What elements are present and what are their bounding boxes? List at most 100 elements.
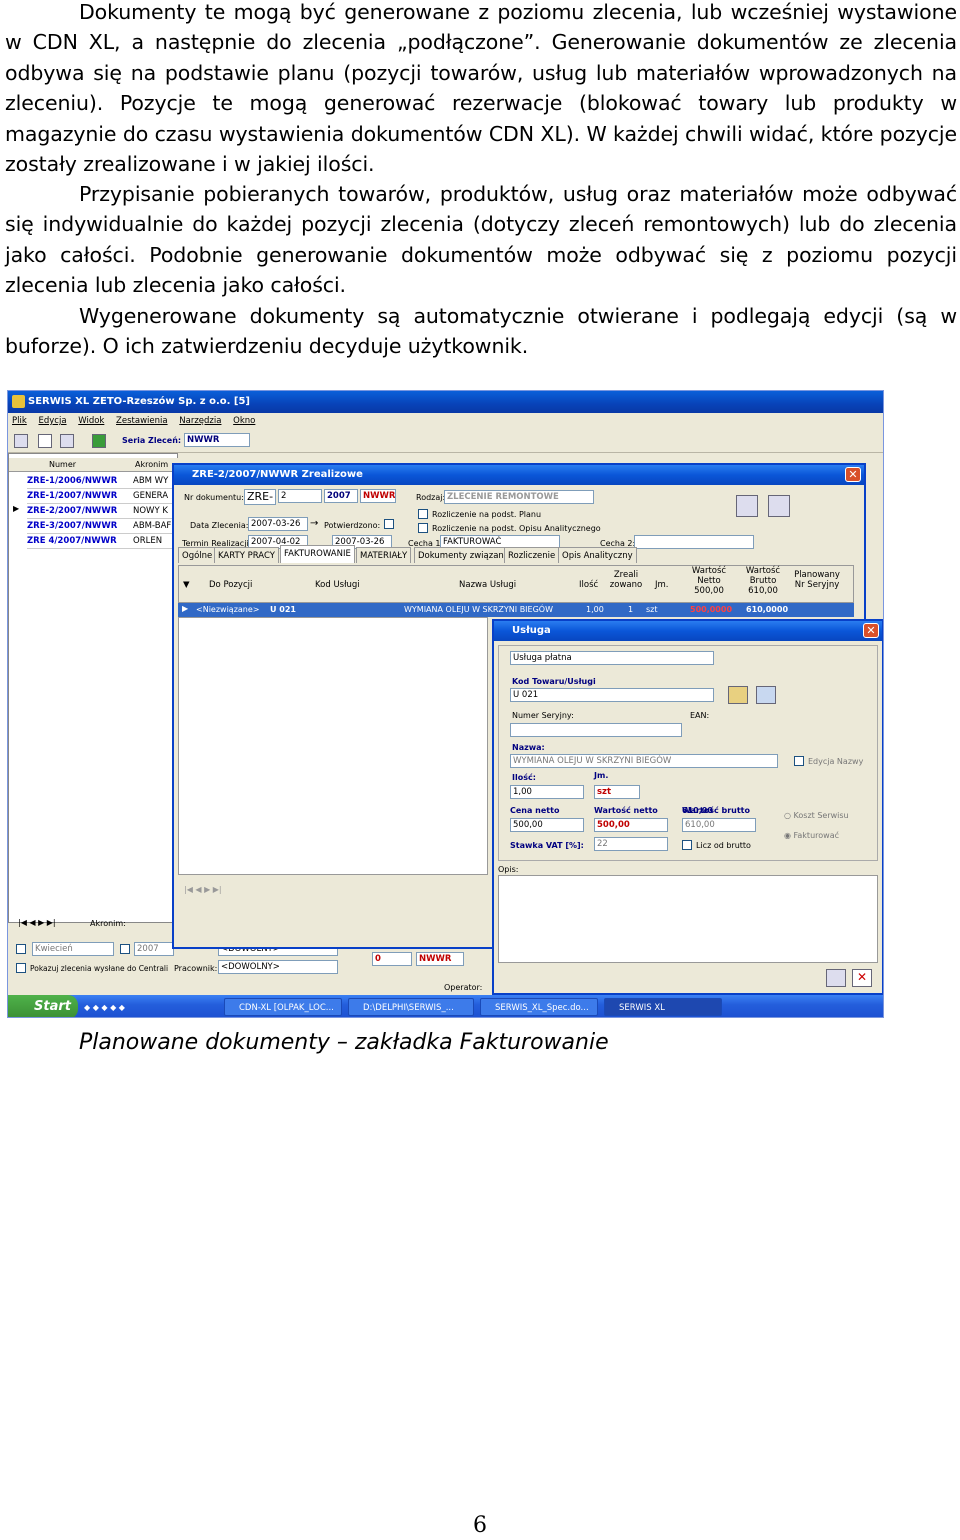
operator-label: Operator: (444, 983, 483, 992)
cena-field[interactable]: 500,00 (510, 818, 584, 832)
licz-checkbox[interactable] (682, 840, 692, 850)
kod-label: Kod Towaru/Usługi (512, 677, 596, 686)
seryjny-field[interactable] (510, 723, 682, 737)
grid-icon[interactable] (14, 434, 28, 448)
taskbar-item-delphi[interactable]: D:\DELPHI\SERWIS_... (348, 998, 474, 1016)
nr-label: Nr dokumentu: (184, 493, 244, 502)
table-row[interactable]: ZRE 4/2007/NWWR ORLEN (27, 534, 177, 549)
print-z-icon[interactable] (768, 495, 790, 517)
rozl-opis-label: Rozliczenie na podst. Opisu Analityczneg… (432, 524, 601, 533)
rozl-opis-checkbox[interactable] (418, 523, 428, 533)
pracownik-select[interactable]: <DOWOLNY> (218, 960, 338, 974)
pokazuj-checkbox[interactable] (16, 963, 26, 973)
nr-prefix[interactable]: ZRE- (244, 489, 276, 505)
month-select[interactable]: Kwiecień (32, 942, 114, 956)
col-akronim[interactable]: Akronim (135, 460, 168, 469)
ilosc-field[interactable]: 1,00 (510, 785, 584, 799)
col-zrealizowano[interactable]: Zreali zowano (609, 570, 643, 590)
tab-fakturowanie[interactable]: FAKTUROWANIE (280, 545, 355, 563)
paragraph-2: Przypisanie pobieranych towarów, produkt… (5, 182, 957, 298)
col-netto[interactable]: Wartość Netto 500,00 (687, 566, 731, 596)
folder-icon[interactable] (728, 686, 748, 704)
jm-field[interactable]: szt (594, 785, 640, 799)
app-title-bar: SERWIS XL ZETO-Rzeszów Sp. z o.o. [5] (8, 391, 883, 413)
col-nazwa-uslugi[interactable]: Nazwa Usługi (459, 580, 516, 590)
col-brutto[interactable]: Wartość Brutto 610,00 (741, 566, 785, 596)
quicklaunch-icons[interactable]: ◆ ◆ ◆ ◆ ◆ (84, 1003, 125, 1012)
tab-rozliczenie[interactable]: Rozliczenie (504, 547, 560, 563)
koszt-radio[interactable]: ○ Koszt Serwisu (784, 811, 849, 820)
tab-ogolne[interactable]: Ogólne (178, 547, 217, 563)
wartosc-netto-field[interactable]: 500,00 (594, 818, 668, 832)
seria-select[interactable]: NWWR (184, 433, 250, 447)
kod-field[interactable]: U 021 (510, 688, 714, 702)
menu-widok[interactable]: Widok (78, 416, 104, 426)
typ-select[interactable]: Usługa płatna (510, 651, 714, 665)
taskbar-item-cdn[interactable]: CDN-XL [OLPAK_LOC... (224, 998, 342, 1016)
menu-narzedzia[interactable]: Narzędzia (179, 416, 221, 426)
filter-icon[interactable] (38, 434, 52, 448)
table-row[interactable]: ZRE-3/2007/NWWR ABM-BAF (27, 519, 177, 534)
app-icon (12, 395, 25, 408)
taskbar-item-spec[interactable]: SERWIS_XL_Spec.do... (480, 998, 598, 1016)
rozl-plan-checkbox[interactable] (418, 509, 428, 519)
nr-year[interactable]: 2007 (324, 489, 358, 503)
col-do-pozycji[interactable]: Do Pozycji (209, 580, 252, 590)
menu-zestawienia[interactable]: Zestawienia (116, 416, 168, 426)
year-checkbox[interactable] (120, 944, 130, 954)
wartosc-netto-label: Wartość netto (594, 806, 658, 815)
sort-icon[interactable]: ▼ (183, 580, 190, 590)
excel-icon[interactable] (92, 434, 106, 448)
nav-arrows-icon[interactable]: |◀ ◀ ▶ ▶| (184, 885, 222, 894)
col-kod-uslugi[interactable]: Kod Usługi (315, 580, 360, 590)
nr-series[interactable]: NWWR (360, 489, 396, 503)
table-row[interactable]: ZRE-2/2007/NWWR NOWY K (27, 504, 177, 519)
tab-dokumenty[interactable]: Dokumenty związane (414, 547, 514, 563)
app-title: SERWIS XL ZETO-Rzeszów Sp. z o.o. [5] (28, 396, 250, 407)
print-icon[interactable] (60, 434, 74, 448)
menu-plik[interactable]: Plik (12, 416, 27, 426)
col-seryjny[interactable]: Planowany Nr Seryjny (793, 570, 841, 590)
table-row[interactable]: ZRE-1/2006/NWWR ABM WY (27, 474, 177, 489)
stawka-field[interactable]: 22 (594, 837, 668, 851)
start-button[interactable]: Start (8, 995, 78, 1017)
save-icon[interactable] (826, 969, 846, 987)
month-checkbox[interactable] (16, 944, 26, 954)
col-numer[interactable]: Numer (49, 460, 76, 469)
cancel-icon[interactable]: ✕ (852, 969, 872, 987)
edycja-checkbox[interactable] (794, 756, 804, 766)
filter-series[interactable]: NWWR (416, 952, 464, 966)
wartosc-brutto-field[interactable]: 610,00 (682, 818, 756, 832)
opis-textarea[interactable] (498, 875, 878, 963)
arrow-icon: → (310, 518, 319, 529)
nazwa-field[interactable]: WYMIANA OLEJU W SKRZYNI BIEGÓW (510, 754, 778, 768)
table-row[interactable]: ZRE-1/2007/NWWR GENERA (27, 489, 177, 504)
rodzaj-select[interactable]: ZLECENIE REMONTOWE (444, 490, 594, 504)
pozycje-header: ▼ Do Pozycji Kod Usługi Nazwa Usługi Ilo… (178, 565, 854, 603)
print-r-icon[interactable] (736, 495, 758, 517)
potw-checkbox[interactable] (384, 519, 394, 529)
tab-karty-pracy[interactable]: KARTY PRACY (214, 547, 279, 563)
col-ilosc[interactable]: Ilość (579, 580, 598, 590)
search-icon[interactable] (756, 686, 776, 704)
table-row[interactable]: ▶ <Niezwiązane> U 021 WYMIANA OLEJU W SK… (178, 603, 854, 617)
tab-opis[interactable]: Opis Analityczny (558, 547, 637, 563)
filter-number[interactable]: 0 (372, 952, 412, 966)
menu-edycja[interactable]: Edycja (38, 416, 66, 426)
tab-materialy[interactable]: MATERIAŁY (356, 547, 412, 563)
menu-bar: Plik Edycja Widok Zestawienia Narzędzia … (8, 413, 883, 429)
year-field[interactable]: 2007 (134, 942, 174, 956)
taskbar-item-serwis[interactable]: SERWIS XL (604, 998, 722, 1016)
row-pointer-icon: ▶ (13, 504, 20, 513)
pokazuj-label: Pokazuj zlecenia wysłane do Centrali (30, 964, 169, 973)
akronim-filter-label: Akronim: (90, 919, 126, 928)
app-screenshot: SERWIS XL ZETO-Rzeszów Sp. z o.o. [5] Pl… (7, 390, 884, 1018)
fakturowac-radio[interactable]: ◉ Fakturować (784, 831, 839, 840)
nav-first-icon[interactable]: |◀ ◀ ▶ ▶| (18, 918, 56, 927)
menu-okno[interactable]: Okno (233, 416, 255, 426)
data-field[interactable]: 2007-03-26 (248, 517, 308, 531)
nr-number[interactable]: 2 (278, 489, 322, 503)
col-jm[interactable]: Jm. (655, 580, 669, 590)
close-icon[interactable]: ✕ (845, 467, 861, 482)
close-icon[interactable]: ✕ (863, 623, 879, 638)
